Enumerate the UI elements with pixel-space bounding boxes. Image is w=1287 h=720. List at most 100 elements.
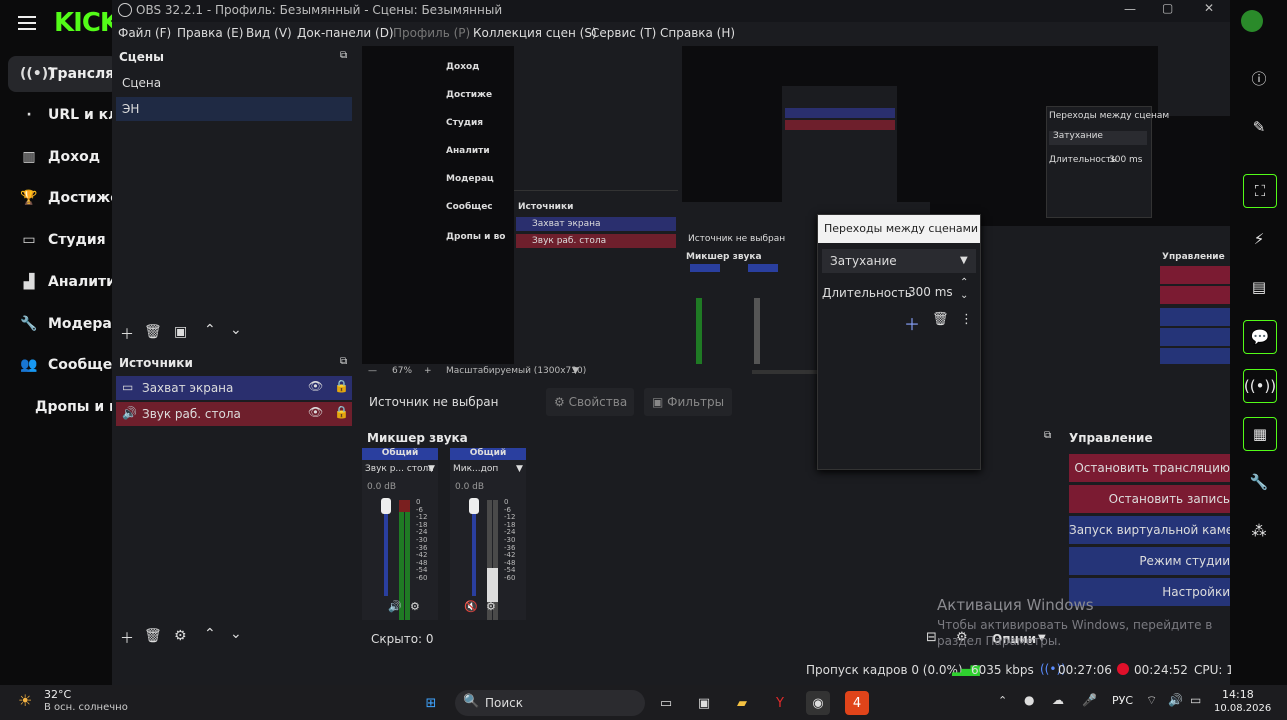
weather-temp[interactable]: 32°C — [44, 688, 71, 701]
volume-track[interactable] — [384, 500, 388, 596]
menu-help[interactable]: Справка (H) — [660, 26, 735, 40]
menu-tools[interactable]: Сервис (T) — [591, 26, 656, 40]
tray-chevron-icon[interactable]: ⌃ — [998, 694, 1007, 707]
chevron-down-icon[interactable]: ▼ — [960, 255, 968, 266]
up-icon[interactable]: ⌃ — [204, 626, 216, 642]
studio-mode-button[interactable]: Режим студии — [1069, 547, 1230, 575]
volume-track[interactable] — [472, 500, 476, 596]
undock-icon[interactable]: ⧉ — [340, 356, 347, 367]
weather-icon[interactable]: ☀ — [18, 691, 32, 710]
search-box[interactable]: 🔍 Поиск — [455, 690, 645, 716]
maximize-icon[interactable]: ▢ — [1162, 1, 1173, 15]
onedrive-icon[interactable]: ☁ — [1052, 693, 1064, 707]
trash-icon[interactable]: 🗑 — [932, 312, 949, 327]
trash-icon[interactable]: 🗑 — [144, 628, 162, 644]
yandex-browser-icon[interactable]: Y — [768, 691, 792, 715]
up-icon[interactable]: ⌃ — [204, 322, 216, 338]
chevron-down-icon[interactable]: ▼ — [572, 366, 579, 376]
wrench-icon[interactable]: 🔧 — [1243, 466, 1275, 498]
channel-name[interactable]: Звук р... стола — [365, 464, 434, 474]
layout-icon[interactable]: ▦ — [1243, 417, 1277, 451]
source-item[interactable]: ▭ Захват экрана 👁 🔒 — [116, 376, 352, 400]
share-icon[interactable]: ⁂ — [1243, 515, 1275, 547]
battery-icon[interactable]: ▭ — [1190, 693, 1201, 707]
wifi-icon[interactable]: ⌔ — [1146, 693, 1157, 708]
stepper-up-icon[interactable]: ⌃ — [960, 277, 968, 288]
down-icon[interactable]: ⌄ — [230, 626, 242, 642]
stepper-down-icon[interactable]: ⌄ — [960, 290, 968, 301]
virtual-camera-button[interactable]: Запуск виртуальной камеры — [1069, 516, 1230, 544]
source-item[interactable]: 🔊 Звук раб. стола 👁 🔒 — [116, 402, 352, 426]
gear-icon[interactable]: ⚙ — [174, 628, 187, 644]
lightning-icon[interactable]: ⚡ — [1243, 223, 1275, 255]
start-icon[interactable]: ⊞ — [419, 691, 443, 715]
broadcast-icon[interactable]: ((•)) — [1243, 369, 1277, 403]
menu-scene-collection[interactable]: Коллекция сцен (S) — [473, 26, 597, 40]
add-icon[interactable]: ＋ — [904, 311, 920, 335]
menu-profile[interactable]: Профиль (P) — [393, 26, 470, 40]
chevron-down-icon[interactable]: ▼ — [516, 464, 523, 474]
hamburger-menu-icon[interactable] — [18, 16, 36, 30]
chevron-down-icon[interactable]: ▼ — [428, 464, 435, 474]
undock-icon[interactable]: ⧉ — [1044, 430, 1051, 441]
scale-mode[interactable]: Масштабируемый (1300x730) — [446, 366, 586, 376]
clock-date[interactable]: 10.08.2026 — [1214, 703, 1271, 714]
task-view-icon[interactable]: ▭ — [654, 691, 678, 715]
menu-view[interactable]: Вид (V) — [246, 26, 292, 40]
filters-button[interactable]: ▣ Фильтры — [644, 388, 732, 416]
properties-button[interactable]: ⚙ Свойства — [546, 388, 634, 416]
menu-docks[interactable]: Док-панели (D) — [297, 26, 394, 40]
folder-icon[interactable]: ▰ — [730, 691, 754, 715]
config-icon[interactable]: ⚙ — [410, 600, 420, 613]
menu-file[interactable]: Файл (F) — [118, 26, 171, 40]
volume-slider[interactable] — [381, 498, 391, 514]
capture-icon[interactable]: ⛶ — [1243, 174, 1277, 208]
filter-icon[interactable]: ▣ — [174, 324, 187, 340]
preview-canvas[interactable]: Доход Достиже Студия Аналити Модерац Соо… — [362, 46, 1230, 364]
eye-icon[interactable]: 👁 — [308, 405, 323, 419]
kick-logo[interactable]: KICK — [54, 8, 112, 38]
close-icon[interactable]: ✕ — [1204, 1, 1214, 15]
speaker-icon[interactable]: 🔊 — [388, 600, 402, 613]
eye-icon[interactable]: 👁 — [308, 379, 323, 393]
chat-icon[interactable]: 💬 — [1243, 320, 1277, 354]
zoom-plus-icon[interactable]: + — [424, 366, 432, 376]
layout-icon[interactable]: ⊟ — [926, 630, 937, 645]
minimize-icon[interactable]: — — [1124, 2, 1136, 16]
nav-studio[interactable]: ▭ Студия — [20, 228, 105, 252]
menu-edit[interactable]: Правка (E) — [177, 26, 243, 40]
undock-icon[interactable]: ⧉ — [340, 50, 347, 61]
tray-app-icon[interactable]: ● — [1024, 693, 1034, 707]
clock-time[interactable]: 14:18 — [1222, 688, 1254, 701]
info-icon[interactable]: ⓘ — [1243, 62, 1275, 94]
add-icon[interactable]: ＋ — [120, 628, 134, 648]
volume-icon[interactable]: 🔊 — [1168, 693, 1183, 707]
language[interactable]: РУС — [1112, 694, 1133, 707]
obs-app-icon[interactable]: ◉ — [806, 691, 830, 715]
lock-icon[interactable]: 🔒 — [334, 405, 349, 419]
trash-icon[interactable]: 🗑 — [144, 324, 162, 340]
channel-name[interactable]: Мик...доп — [453, 464, 498, 474]
duration-input[interactable]: 300 ms — [908, 281, 956, 303]
document-icon[interactable]: ▤ — [1243, 271, 1275, 303]
scene-item-selected[interactable]: ЭН — [116, 97, 352, 121]
add-icon[interactable]: ＋ — [120, 324, 134, 344]
stop-recording-button[interactable]: Остановить запись — [1069, 485, 1230, 513]
transitions-title[interactable]: Переходы между сценами — [818, 215, 980, 243]
stop-stream-button[interactable]: Остановить трансляцию — [1069, 454, 1230, 482]
config-icon[interactable]: ⚙ — [486, 600, 496, 613]
pencil-icon[interactable]: ✎ — [1243, 111, 1275, 143]
terminal-icon[interactable]: ▣ — [692, 691, 716, 715]
more-icon[interactable]: ⋮ — [960, 312, 973, 327]
zoom-minus-icon[interactable]: — — [368, 366, 377, 376]
nav-income[interactable]: ▥ Доход — [20, 145, 100, 169]
app-4-icon[interactable]: 4 — [845, 691, 869, 715]
volume-slider[interactable] — [469, 498, 479, 514]
transition-type-select[interactable]: Затухание — [822, 249, 976, 273]
weather-desc[interactable]: В осн. солнечно — [44, 702, 128, 713]
mic-icon[interactable]: 🎤 — [1082, 693, 1097, 707]
scene-item[interactable]: Сцена — [116, 71, 352, 95]
muted-speaker-icon[interactable]: 🔇 — [464, 600, 478, 613]
down-icon[interactable]: ⌄ — [230, 322, 242, 338]
lock-icon[interactable]: 🔒 — [334, 379, 349, 393]
